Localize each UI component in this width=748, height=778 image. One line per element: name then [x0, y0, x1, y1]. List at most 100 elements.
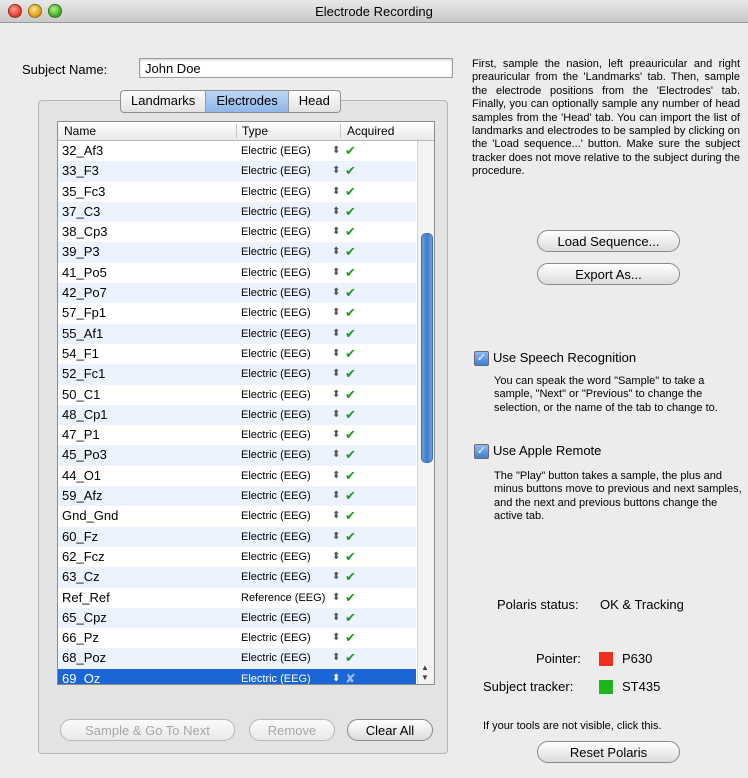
table-row[interactable]: 68_Poz Electric (EEG) ⬍ ✔	[58, 648, 416, 669]
type-popup-arrows-icon[interactable]: ⬍	[332, 405, 340, 425]
table-row[interactable]: 52_Fc1 Electric (EEG) ⬍ ✔	[58, 364, 416, 385]
type-popup-arrows-icon[interactable]: ⬍	[332, 527, 340, 547]
type-popup-arrows-icon[interactable]: ⬍	[332, 202, 340, 222]
column-header-name[interactable]: Name	[64, 124, 96, 138]
table-row[interactable]: 54_F1 Electric (EEG) ⬍ ✔	[58, 344, 416, 364]
tab-landmarks[interactable]: Landmarks	[121, 91, 207, 112]
clear-all-button[interactable]: Clear All	[347, 719, 433, 741]
electrode-type-select[interactable]: Electric (EEG)	[241, 425, 311, 445]
electrode-type-select[interactable]: Electric (EEG)	[241, 222, 311, 242]
electrode-table[interactable]: Name Type Acquired 32_Af3 Electric (EEG) ⬍…	[57, 121, 435, 685]
electrode-type-select[interactable]: Electric (EEG)	[241, 263, 311, 283]
electrode-type-select[interactable]: Electric (EEG)	[241, 182, 311, 202]
electrode-type-select[interactable]: Electric (EEG)	[241, 628, 311, 648]
electrode-type-select[interactable]: Electric (EEG)	[241, 405, 311, 425]
table-row[interactable]: 37_C3 Electric (EEG) ⬍ ✔	[58, 201, 416, 223]
tab-head[interactable]: Head	[289, 91, 340, 112]
type-popup-arrows-icon[interactable]: ⬍	[332, 425, 340, 445]
scroll-up-arrow-icon[interactable]: ▲	[421, 663, 429, 672]
electrode-type-select[interactable]: Electric (EEG)	[241, 669, 311, 684]
table-row[interactable]: 66_Pz Electric (EEG) ⬍ ✔	[58, 628, 416, 648]
load-sequence-button[interactable]: Load Sequence...	[537, 230, 680, 252]
type-popup-arrows-icon[interactable]: ⬍	[332, 669, 340, 684]
export-as-button[interactable]: Export As...	[537, 263, 680, 285]
type-popup-arrows-icon[interactable]: ⬍	[332, 486, 340, 506]
electrode-type-select[interactable]: Electric (EEG)	[241, 648, 311, 668]
electrode-type-select[interactable]: Electric (EEG)	[241, 445, 311, 465]
column-header-acquired[interactable]: Acquired	[347, 124, 394, 138]
type-popup-arrows-icon[interactable]: ⬍	[332, 608, 340, 628]
type-popup-arrows-icon[interactable]: ⬍	[332, 344, 340, 364]
type-popup-arrows-icon[interactable]: ⬍	[332, 324, 340, 344]
type-popup-arrows-icon[interactable]: ⬍	[332, 364, 340, 384]
table-row[interactable]: 50_C1 Electric (EEG) ⬍ ✔	[58, 385, 416, 405]
electrode-type-select[interactable]: Reference (EEG)	[241, 588, 325, 608]
table-row[interactable]: 39_P3 Electric (EEG) ⬍ ✔	[58, 242, 416, 263]
type-popup-arrows-icon[interactable]: ⬍	[332, 466, 340, 486]
type-popup-arrows-icon[interactable]: ⬍	[332, 161, 340, 181]
electrode-type-select[interactable]: Electric (EEG)	[241, 303, 311, 323]
scroll-down-arrow-icon[interactable]: ▼	[421, 673, 429, 682]
column-header-type[interactable]: Type	[242, 124, 268, 138]
type-popup-arrows-icon[interactable]: ⬍	[332, 303, 340, 323]
electrode-type-select[interactable]: Electric (EEG)	[241, 242, 311, 262]
type-popup-arrows-icon[interactable]: ⬍	[332, 445, 340, 465]
table-row[interactable]: 69_Oz Electric (EEG) ⬍ ✘	[58, 668, 416, 684]
reset-polaris-button[interactable]: Reset Polaris	[537, 741, 680, 763]
apple-remote-checkbox[interactable]: ✓	[474, 444, 489, 459]
table-row[interactable]: Ref_Ref Reference (EEG) ⬍ ✔	[58, 588, 416, 608]
table-row[interactable]: 41_Po5 Electric (EEG) ⬍ ✔	[58, 263, 416, 283]
type-popup-arrows-icon[interactable]: ⬍	[332, 141, 340, 161]
electrode-type-select[interactable]: Electric (EEG)	[241, 567, 311, 587]
speech-recognition-label[interactable]: Use Speech Recognition	[493, 349, 636, 367]
sample-and-go-to-next-button[interactable]: Sample & Go To Next	[60, 719, 235, 741]
subject-name-input[interactable]: John Doe	[139, 58, 453, 78]
electrode-type-select[interactable]: Electric (EEG)	[241, 324, 311, 344]
table-row[interactable]: 47_P1 Electric (EEG) ⬍ ✔	[58, 425, 416, 445]
table-row[interactable]: 48_Cp1 Electric (EEG) ⬍ ✔	[58, 404, 416, 426]
table-row[interactable]: 57_Fp1 Electric (EEG) ⬍ ✔	[58, 303, 416, 323]
type-popup-arrows-icon[interactable]: ⬍	[332, 222, 340, 242]
table-row[interactable]: 44_O1 Electric (EEG) ⬍ ✔	[58, 466, 416, 486]
table-row[interactable]: 42_Po7 Electric (EEG) ⬍ ✔	[58, 283, 416, 304]
electrode-type-select[interactable]: Electric (EEG)	[241, 364, 311, 384]
electrode-type-select[interactable]: Electric (EEG)	[241, 202, 311, 222]
electrode-type-select[interactable]: Electric (EEG)	[241, 486, 311, 506]
electrode-type-select[interactable]: Electric (EEG)	[241, 547, 311, 567]
table-row[interactable]: 60_Fz Electric (EEG) ⬍ ✔	[58, 526, 416, 547]
type-popup-arrows-icon[interactable]: ⬍	[332, 567, 340, 587]
table-row[interactable]: 63_Cz Electric (EEG) ⬍ ✔	[58, 567, 416, 588]
table-row[interactable]: Gnd_Gnd Electric (EEG) ⬍ ✔	[58, 506, 416, 526]
scrollbar-thumb[interactable]	[421, 233, 433, 463]
type-popup-arrows-icon[interactable]: ⬍	[332, 182, 340, 202]
table-row[interactable]: 33_F3 Electric (EEG) ⬍ ✔	[58, 161, 416, 182]
type-popup-arrows-icon[interactable]: ⬍	[332, 628, 340, 648]
type-popup-arrows-icon[interactable]: ⬍	[332, 588, 340, 608]
type-popup-arrows-icon[interactable]: ⬍	[332, 263, 340, 283]
electrode-type-select[interactable]: Electric (EEG)	[241, 527, 311, 547]
type-popup-arrows-icon[interactable]: ⬍	[332, 283, 340, 303]
type-popup-arrows-icon[interactable]: ⬍	[332, 506, 340, 526]
vertical-scrollbar[interactable]: ▲ ▼	[417, 141, 434, 684]
electrode-type-select[interactable]: Electric (EEG)	[241, 141, 311, 161]
electrode-type-select[interactable]: Electric (EEG)	[241, 161, 311, 181]
table-row[interactable]: 62_Fcz Electric (EEG) ⬍ ✔	[58, 547, 416, 567]
electrode-type-select[interactable]: Electric (EEG)	[241, 385, 311, 405]
electrode-type-select[interactable]: Electric (EEG)	[241, 608, 311, 628]
speech-recognition-checkbox[interactable]: ✓	[474, 351, 489, 366]
table-row[interactable]: 32_Af3 Electric (EEG) ⬍ ✔	[58, 141, 416, 161]
table-row[interactable]: 35_Fc3 Electric (EEG) ⬍ ✔	[58, 182, 416, 202]
table-row[interactable]: 59_Afz Electric (EEG) ⬍ ✔	[58, 486, 416, 507]
apple-remote-label[interactable]: Use Apple Remote	[493, 442, 601, 460]
type-popup-arrows-icon[interactable]: ⬍	[332, 547, 340, 567]
type-popup-arrows-icon[interactable]: ⬍	[332, 242, 340, 262]
table-row[interactable]: 55_Af1 Electric (EEG) ⬍ ✔	[58, 323, 416, 344]
table-row[interactable]: 38_Cp3 Electric (EEG) ⬍ ✔	[58, 222, 416, 242]
type-popup-arrows-icon[interactable]: ⬍	[332, 385, 340, 405]
table-row[interactable]: 45_Po3 Electric (EEG) ⬍ ✔	[58, 445, 416, 466]
electrode-type-select[interactable]: Electric (EEG)	[241, 466, 311, 486]
electrode-type-select[interactable]: Electric (EEG)	[241, 344, 311, 364]
tab-electrodes[interactable]: Electrodes	[206, 91, 289, 112]
electrode-type-select[interactable]: Electric (EEG)	[241, 506, 311, 526]
remove-button[interactable]: Remove	[249, 719, 335, 741]
